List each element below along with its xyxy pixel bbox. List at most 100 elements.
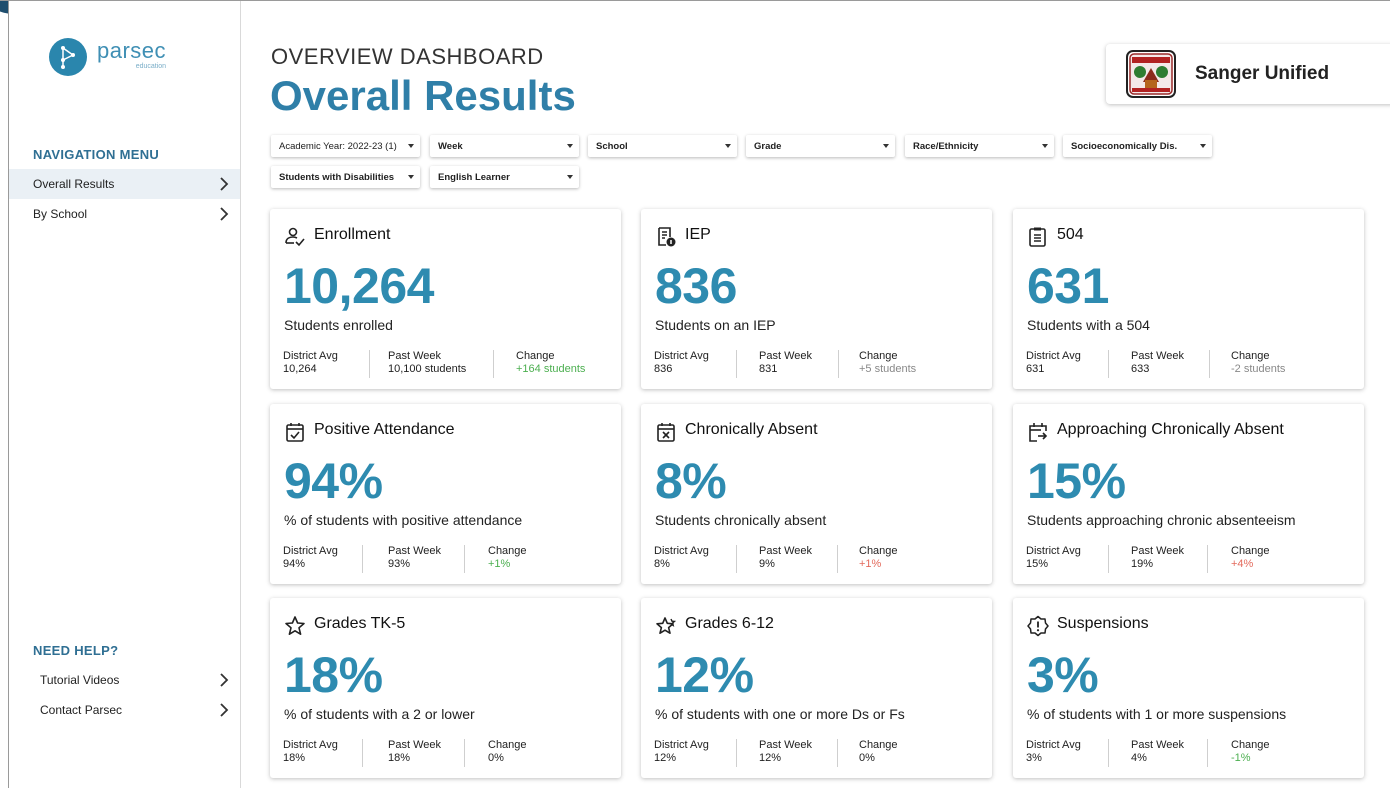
- district-badge: Sanger Unified: [1106, 44, 1390, 104]
- chevron-right-icon: [220, 177, 229, 191]
- help-item-label: Contact Parsec: [40, 703, 123, 717]
- stat-label: Past Week: [1131, 545, 1184, 557]
- stat-divider: [362, 739, 363, 767]
- caret-down-icon: [408, 175, 414, 179]
- stat-divider: [1207, 545, 1208, 573]
- stat-change: Change -1%: [1231, 739, 1270, 765]
- stat-value: 831: [759, 363, 778, 375]
- chevron-right-icon: [220, 207, 229, 221]
- filter-label: School: [596, 141, 628, 152]
- card-description: % of students with positive attendance: [284, 512, 523, 528]
- card-title: IEP: [685, 226, 711, 243]
- metric-card-504[interactable]: 504 631 Students with a 504 District Avg…: [1013, 209, 1364, 389]
- filter-english-learner[interactable]: English Learner: [430, 166, 579, 188]
- card-value: 10,264: [284, 258, 434, 314]
- stat-district-avg: District Avg 12%: [654, 739, 709, 765]
- help-item-tutorial-videos[interactable]: Tutorial Videos: [9, 665, 240, 695]
- stat-district-avg: District Avg 94%: [283, 545, 338, 571]
- stat-value: 4%: [1131, 752, 1147, 764]
- stat-label: District Avg: [654, 739, 709, 751]
- parsec-logo[interactable]: parsec education: [49, 38, 166, 76]
- calendar-arrow-icon: [1029, 423, 1048, 442]
- stat-value: 10,264: [283, 363, 317, 375]
- stat-change: Change +4%: [1231, 545, 1270, 571]
- stat-label: District Avg: [283, 739, 338, 751]
- caret-down-icon: [408, 144, 414, 148]
- filter-students-with-disabilities[interactable]: Students with Disabilities: [271, 166, 420, 188]
- stat-value: 633: [1131, 363, 1150, 375]
- stat-change: Change +164 students: [516, 350, 585, 376]
- person-check-icon: [285, 227, 305, 247]
- card-value: 18%: [284, 647, 383, 703]
- stat-past-week: Past Week 19%: [1131, 545, 1184, 571]
- metric-card-chronically-absent[interactable]: Chronically Absent 8% Students chronical…: [641, 404, 992, 584]
- dashboard-kicker: OVERVIEW DASHBOARD: [271, 44, 544, 69]
- stat-change: Change +1%: [488, 545, 527, 571]
- filter-label: Academic Year: 2022-23 (1): [279, 141, 397, 152]
- nav-item-overall-results[interactable]: Overall Results: [9, 169, 240, 199]
- filter-label: Week: [438, 141, 463, 152]
- filter-week[interactable]: Week: [430, 135, 579, 157]
- stat-label: Change: [488, 739, 527, 751]
- stat-label: District Avg: [654, 545, 709, 557]
- filter-socioeconomically-dis[interactable]: Socioeconomically Dis.: [1063, 135, 1212, 157]
- stat-value: +1%: [859, 558, 882, 570]
- stat-past-week: Past Week 18%: [388, 739, 441, 765]
- stat-value: 12%: [654, 752, 677, 764]
- stat-divider: [837, 739, 838, 767]
- caret-down-icon: [1200, 144, 1206, 148]
- sidebar: parsec education NAVIGATION MENU Overall…: [9, 1, 241, 788]
- metric-card-approaching-chronically-absent[interactable]: Approaching Chronically Absent 15% Stude…: [1013, 404, 1364, 584]
- logo-subtitle: education: [135, 63, 167, 70]
- filter-race-ethnicity[interactable]: Race/Ethnicity: [905, 135, 1054, 157]
- stat-value: 0%: [859, 752, 875, 764]
- filter-academic-year[interactable]: Academic Year: 2022-23 (1): [271, 135, 420, 157]
- stat-divider: [736, 350, 737, 378]
- metric-card-enrollment[interactable]: Enrollment 10,264 Students enrolled Dist…: [270, 209, 621, 389]
- metric-card-iep[interactable]: IEP 836 Students on an IEP District Avg 8…: [641, 209, 992, 389]
- stat-value: 8%: [654, 558, 670, 570]
- card-value: 631: [1027, 258, 1109, 314]
- stat-past-week: Past Week 633: [1131, 350, 1184, 376]
- iep-document-icon: [658, 227, 676, 247]
- star-icon: [285, 616, 305, 635]
- stat-divider: [493, 350, 494, 378]
- filter-label: English Learner: [438, 172, 510, 183]
- stat-value: 10,100 students: [388, 363, 467, 375]
- metric-card-grades-tk-5[interactable]: Grades TK-5 18% % of students with a 2 o…: [270, 598, 621, 778]
- stat-label: Past Week: [759, 545, 812, 557]
- stat-value: 19%: [1131, 558, 1154, 570]
- stat-district-avg: District Avg 3%: [1026, 739, 1081, 765]
- card-value: 15%: [1027, 453, 1126, 509]
- nav-item-label: Overall Results: [33, 177, 115, 191]
- stat-label: Change: [1231, 545, 1270, 557]
- stat-change: Change 0%: [488, 739, 527, 765]
- logo-name: parsec: [97, 38, 167, 63]
- filter-label: Grade: [754, 141, 782, 152]
- calendar-x-icon: [657, 423, 675, 442]
- filter-grade[interactable]: Grade: [746, 135, 895, 157]
- stat-divider: [837, 545, 838, 573]
- metric-card-grades-6-12[interactable]: Grades 6-12 12% % of students with one o…: [641, 598, 992, 778]
- stat-value: 18%: [283, 752, 306, 764]
- filter-school[interactable]: School: [588, 135, 737, 157]
- help-item-contact-parsec[interactable]: Contact Parsec: [9, 695, 240, 725]
- stat-value: 631: [1026, 363, 1045, 375]
- nav-item-by-school[interactable]: By School: [9, 199, 240, 229]
- stat-value: 836: [654, 363, 673, 375]
- stat-label: District Avg: [283, 350, 338, 362]
- stat-past-week: Past Week 9%: [759, 545, 812, 571]
- stat-divider: [1207, 739, 1208, 767]
- card-title: Chronically Absent: [685, 421, 818, 438]
- stat-district-avg: District Avg 631: [1026, 350, 1081, 376]
- metric-card-positive-attendance[interactable]: Positive Attendance 94% % of students wi…: [270, 404, 621, 584]
- stat-label: District Avg: [283, 545, 338, 557]
- stat-divider: [1108, 545, 1109, 573]
- stat-label: Past Week: [1131, 350, 1184, 362]
- stat-divider: [736, 545, 737, 573]
- stat-value: 94%: [283, 558, 306, 570]
- card-value: 8%: [655, 453, 727, 509]
- caret-down-icon: [883, 144, 889, 148]
- metric-card-suspensions[interactable]: Suspensions 3% % of students with 1 or m…: [1013, 598, 1364, 778]
- stat-label: Past Week: [759, 350, 812, 362]
